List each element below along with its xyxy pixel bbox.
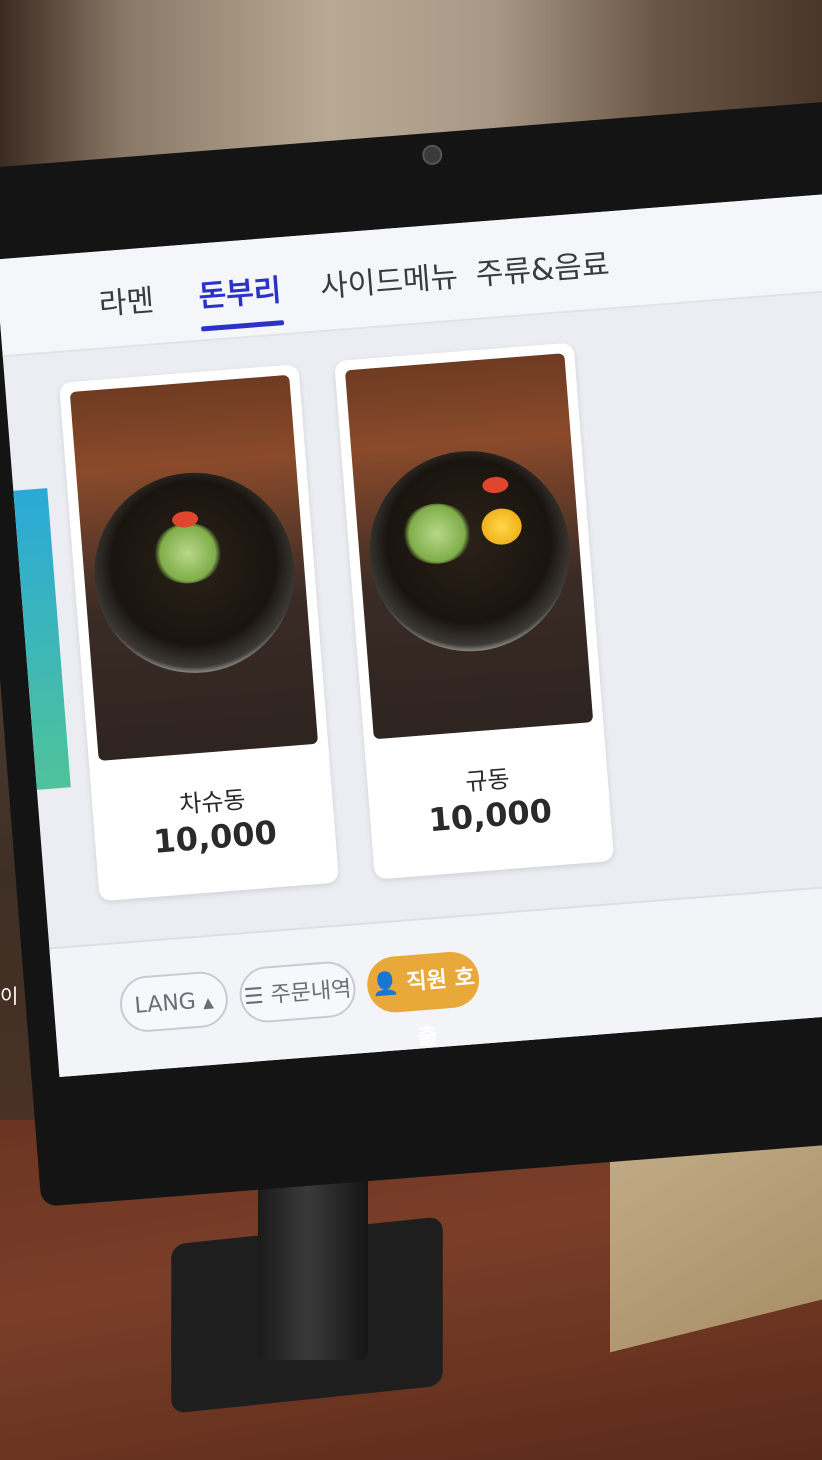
order-history-label: 주문내역 — [269, 976, 353, 1009]
tab-donburi[interactable]: 돈부리 — [197, 265, 283, 315]
photo-scene: 이 라멘 돈부리 사이드메뉴 주류&음료 차슈동 10,000 규동 10,00… — [0, 0, 822, 1460]
person-icon: 👤 — [370, 971, 400, 999]
list-icon: ☰ — [242, 983, 265, 1011]
menu-card-chashu-don[interactable]: 차슈동 10,000 — [59, 364, 340, 902]
lang-label: LANG — [133, 989, 197, 1019]
tab-ramen[interactable]: 라멘 — [97, 275, 156, 323]
tab-side-menu[interactable]: 사이드메뉴 — [318, 251, 459, 306]
side-banner — [13, 488, 71, 790]
kiosk-screen: 라멘 돈부리 사이드메뉴 주류&음료 차슈동 10,000 규동 10,000 … — [0, 187, 822, 1077]
side-text-fragment: 이 — [0, 984, 19, 1008]
tablet-bezel: 라멘 돈부리 사이드메뉴 주류&음료 차슈동 10,000 규동 10,000 … — [0, 93, 822, 1207]
menu-card-gyudon[interactable]: 규동 10,000 — [334, 342, 615, 880]
caret-up-icon: ▲ — [202, 994, 215, 1012]
lang-button[interactable]: LANG ▲ — [117, 969, 230, 1034]
category-tab-bar: 라멘 돈부리 사이드메뉴 주류&음료 — [0, 187, 822, 358]
gyudon-photo-icon — [344, 353, 594, 740]
bottom-toolbar: LANG ▲ ☰ 주문내역 👤 직원 호출 — [49, 875, 822, 1077]
camera-icon — [421, 144, 444, 166]
order-history-button[interactable]: ☰ 주문내역 — [237, 959, 358, 1025]
chashu-don-photo-icon — [69, 374, 319, 761]
staff-call-button[interactable]: 👤 직원 호출 — [365, 949, 482, 1051]
staff-call-label: 직원 호출 — [405, 965, 476, 1051]
tab-drinks[interactable]: 주류&음료 — [474, 239, 611, 293]
